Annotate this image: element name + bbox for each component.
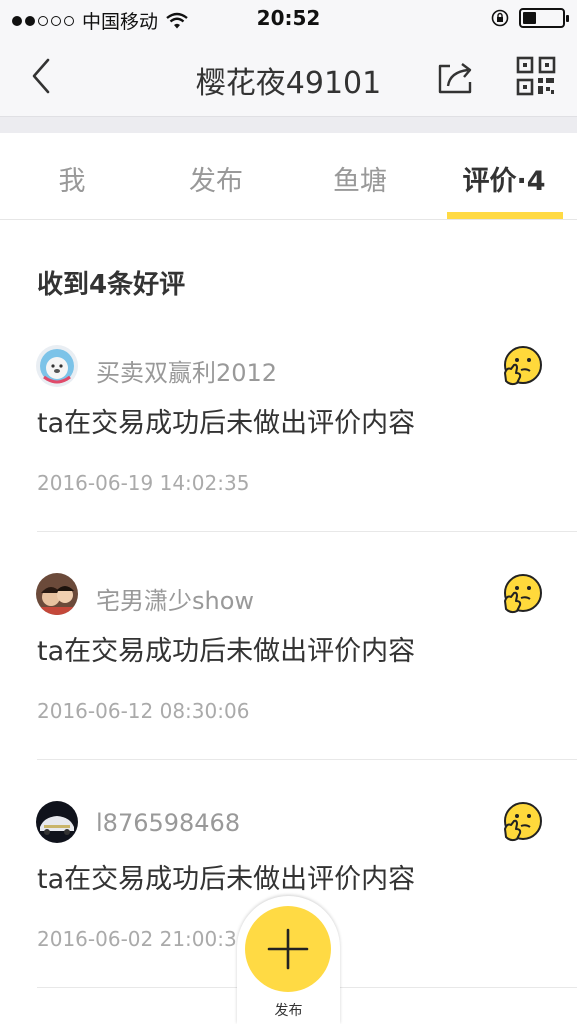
thinking-emoji-icon <box>504 574 542 614</box>
status-right <box>491 8 569 28</box>
review-item: 宅男潇少show ta在交易成功后未做出评价内容 2016-06-12 08:3… <box>0 573 577 801</box>
review-text: ta在交易成功后未做出评价内容 <box>37 408 416 439</box>
avatar[interactable] <box>36 345 78 387</box>
divider <box>37 531 577 532</box>
review-timestamp: 2016-06-12 08:30:06 <box>37 699 250 723</box>
publish-fab-container: 发布 <box>237 896 340 1024</box>
nav-bar: 樱花夜49101 <box>0 38 577 116</box>
review-timestamp: 2016-06-19 14:02:35 <box>37 471 250 495</box>
tab-published[interactable]: 发布 <box>144 159 288 198</box>
rotation-lock-icon <box>491 9 509 27</box>
publish-button[interactable] <box>245 906 331 992</box>
reviewer-name[interactable]: 买卖双赢利2012 <box>96 353 277 388</box>
qr-code-icon[interactable] <box>516 56 556 96</box>
reviewer-name[interactable]: l876598468 <box>96 809 240 837</box>
divider <box>37 759 577 760</box>
tab-bar: 我 发布 鱼塘 评价·4 <box>0 133 577 220</box>
publish-label: 发布 <box>274 1003 303 1019</box>
battery-level <box>523 12 537 24</box>
thinking-emoji-icon <box>504 346 542 386</box>
page-title: 樱花夜49101 <box>195 66 382 101</box>
share-icon[interactable] <box>434 56 476 98</box>
review-timestamp: 2016-06-02 21:00:3 <box>37 927 237 951</box>
thinking-emoji-icon <box>504 802 542 842</box>
header-separator <box>0 116 577 133</box>
status-bar: 中国移动 20:52 <box>0 0 577 38</box>
battery-icon <box>519 8 569 28</box>
review-item: 买卖双赢利2012 ta在交易成功后未做出评价内容 2016-06-19 14:… <box>0 345 577 573</box>
plus-icon <box>267 928 309 970</box>
tab-fish-pond[interactable]: 鱼塘 <box>288 159 432 198</box>
avatar[interactable] <box>36 801 78 843</box>
reviewer-name[interactable]: 宅男潇少show <box>96 581 254 616</box>
active-tab-indicator <box>447 212 563 219</box>
section-title: 收到4条好评 <box>37 270 186 300</box>
review-text: ta在交易成功后未做出评价内容 <box>37 864 416 895</box>
review-text: ta在交易成功后未做出评价内容 <box>37 636 416 667</box>
tab-reviews[interactable]: 评价·4 <box>432 159 576 198</box>
avatar[interactable] <box>36 573 78 615</box>
tab-me[interactable]: 我 <box>0 159 144 198</box>
